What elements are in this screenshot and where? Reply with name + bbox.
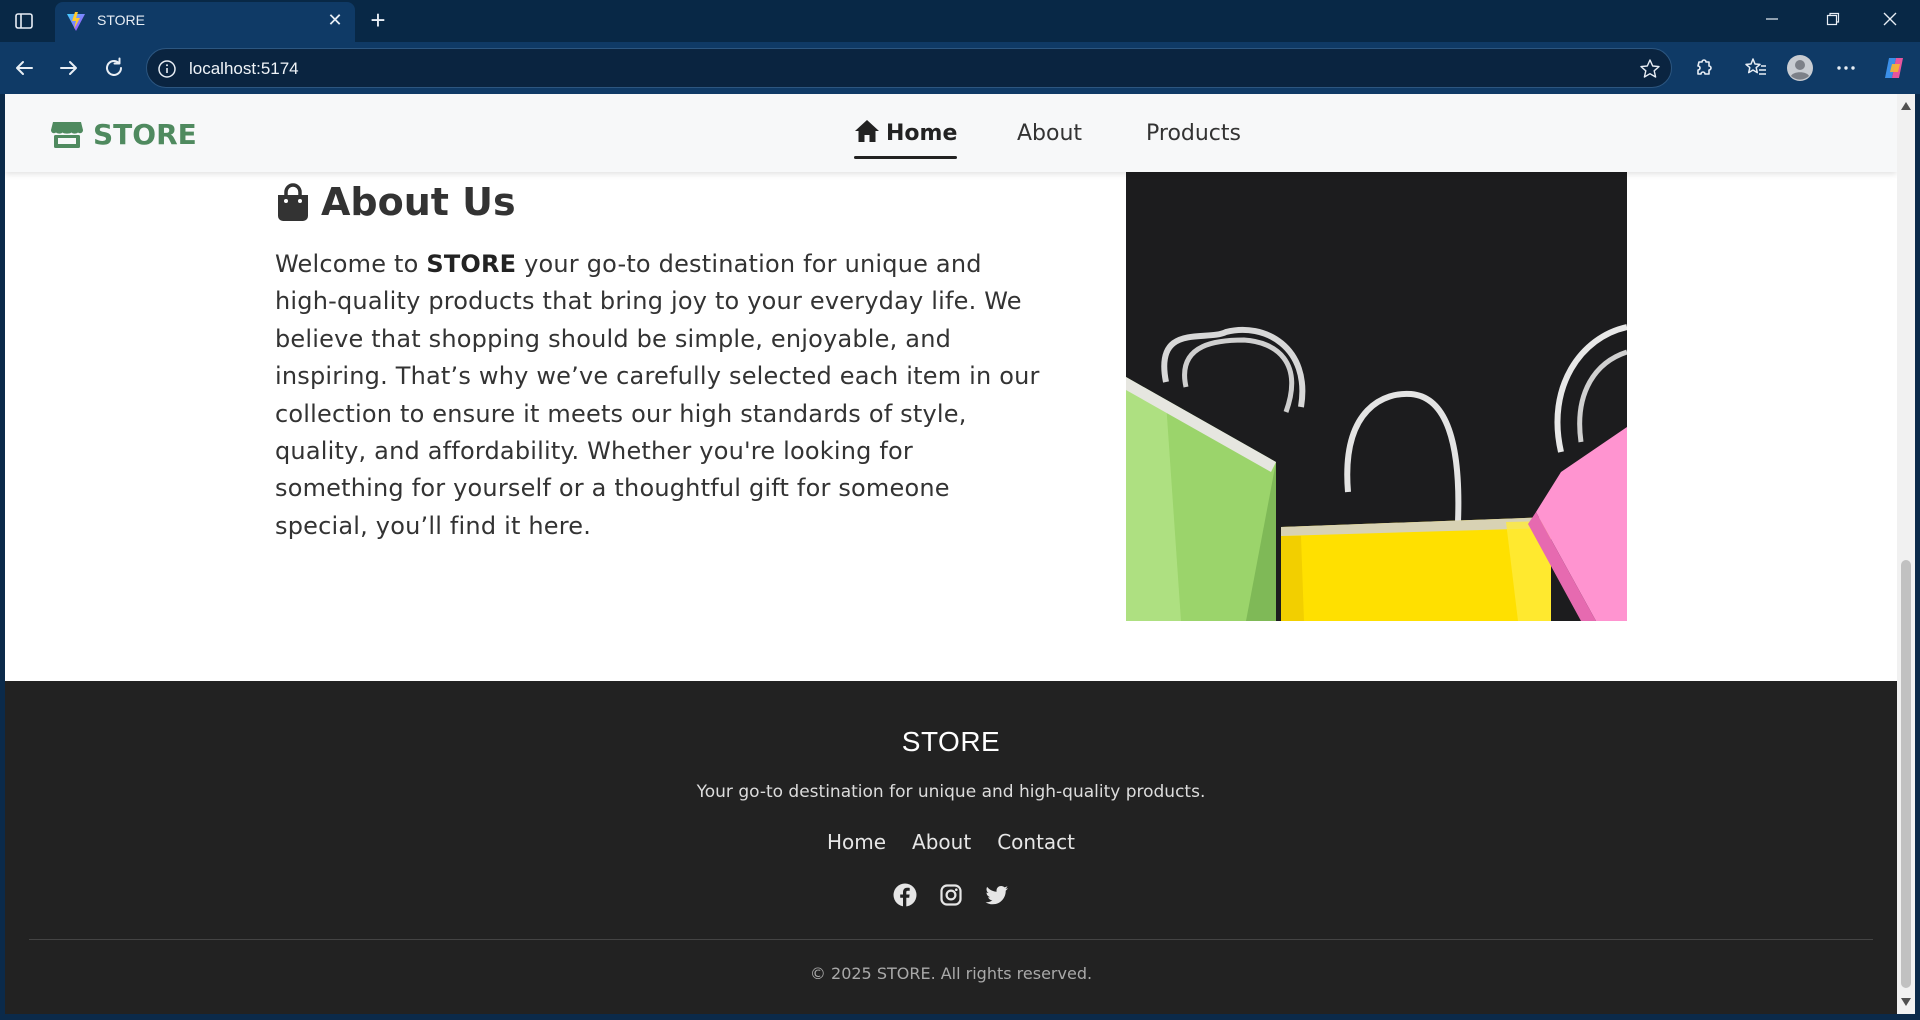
browser-titlebar: STORE ✕ + [0, 0, 1920, 42]
brand-name: STORE [93, 117, 197, 151]
profile-icon[interactable] [1786, 54, 1814, 82]
nav-about[interactable]: About [1017, 112, 1082, 156]
shopping-bags-image [1126, 172, 1627, 621]
page-scrollbar[interactable] [1897, 94, 1915, 1014]
forward-icon[interactable] [55, 54, 83, 82]
refresh-icon[interactable] [100, 54, 128, 82]
nav-home[interactable]: Home [854, 112, 958, 159]
footer-copyright: © 2025 STORE. All rights reserved. [809, 964, 1093, 983]
more-icon[interactable] [1832, 54, 1860, 82]
facebook-icon[interactable] [893, 883, 917, 907]
scroll-down-arrow[interactable] [1901, 998, 1911, 1006]
browser-toolbar: localhost:5174 [0, 42, 1920, 94]
close-icon[interactable]: ✕ [325, 11, 345, 31]
scrollbar-thumb[interactable] [1901, 560, 1911, 988]
footer-title: STORE [901, 726, 1001, 757]
footer-tagline: Your go-to destination for unique and hi… [696, 782, 1206, 802]
site-header: STORE Home About Products [5, 94, 1897, 172]
nav-home-label: Home [886, 121, 958, 146]
sidebar-icon[interactable] [14, 11, 34, 31]
site-info-icon[interactable] [157, 59, 177, 79]
store-icon [51, 122, 83, 148]
scroll-up-arrow[interactable] [1901, 102, 1911, 110]
restore-icon[interactable] [1813, 8, 1853, 34]
about-title: About Us [321, 180, 516, 224]
about-paragraph: Welcome to STORE your go-to destination … [275, 246, 1045, 545]
footer-link-about[interactable]: About [912, 830, 971, 854]
window-border [0, 1014, 1920, 1020]
nav-products[interactable]: Products [1146, 112, 1241, 156]
about-text-body: your go-to destination for unique and hi… [275, 250, 1040, 540]
footer-link-contact[interactable]: Contact [997, 830, 1075, 854]
social-links [5, 883, 1897, 907]
about-text-brand: STORE [426, 250, 517, 278]
instagram-icon[interactable] [939, 883, 963, 907]
window-close-icon[interactable] [1870, 8, 1910, 34]
copilot-icon[interactable] [1880, 54, 1908, 82]
minimize-icon[interactable] [1752, 8, 1792, 34]
favorite-star-icon[interactable] [1639, 58, 1661, 80]
home-icon [855, 120, 879, 142]
about-heading: About Us [275, 180, 516, 224]
new-tab-icon[interactable]: + [364, 7, 392, 35]
about-section: About Us Welcome to STORE your go-to des… [5, 172, 1897, 681]
twitter-icon[interactable] [985, 883, 1009, 907]
extensions-icon[interactable] [1690, 54, 1718, 82]
back-icon[interactable] [10, 54, 38, 82]
address-bar[interactable]: localhost:5174 [146, 48, 1672, 88]
favorites-icon[interactable] [1742, 54, 1770, 82]
tab-title: STORE [97, 12, 145, 28]
footer-divider [29, 939, 1873, 940]
shopping-bag-icon [278, 183, 308, 221]
url-text[interactable]: localhost:5174 [189, 59, 299, 79]
browser-tab[interactable]: STORE ✕ [55, 2, 355, 42]
footer-link-home[interactable]: Home [827, 830, 886, 854]
page-viewport: STORE Home About Products About Us Welco… [5, 94, 1897, 1014]
brand-logo[interactable]: STORE [51, 114, 197, 154]
site-footer: STORE Your go-to destination for unique … [5, 681, 1897, 1014]
footer-links: Home About Contact [5, 830, 1897, 854]
about-text-intro: Welcome to [275, 250, 427, 278]
vite-favicon [65, 11, 87, 33]
